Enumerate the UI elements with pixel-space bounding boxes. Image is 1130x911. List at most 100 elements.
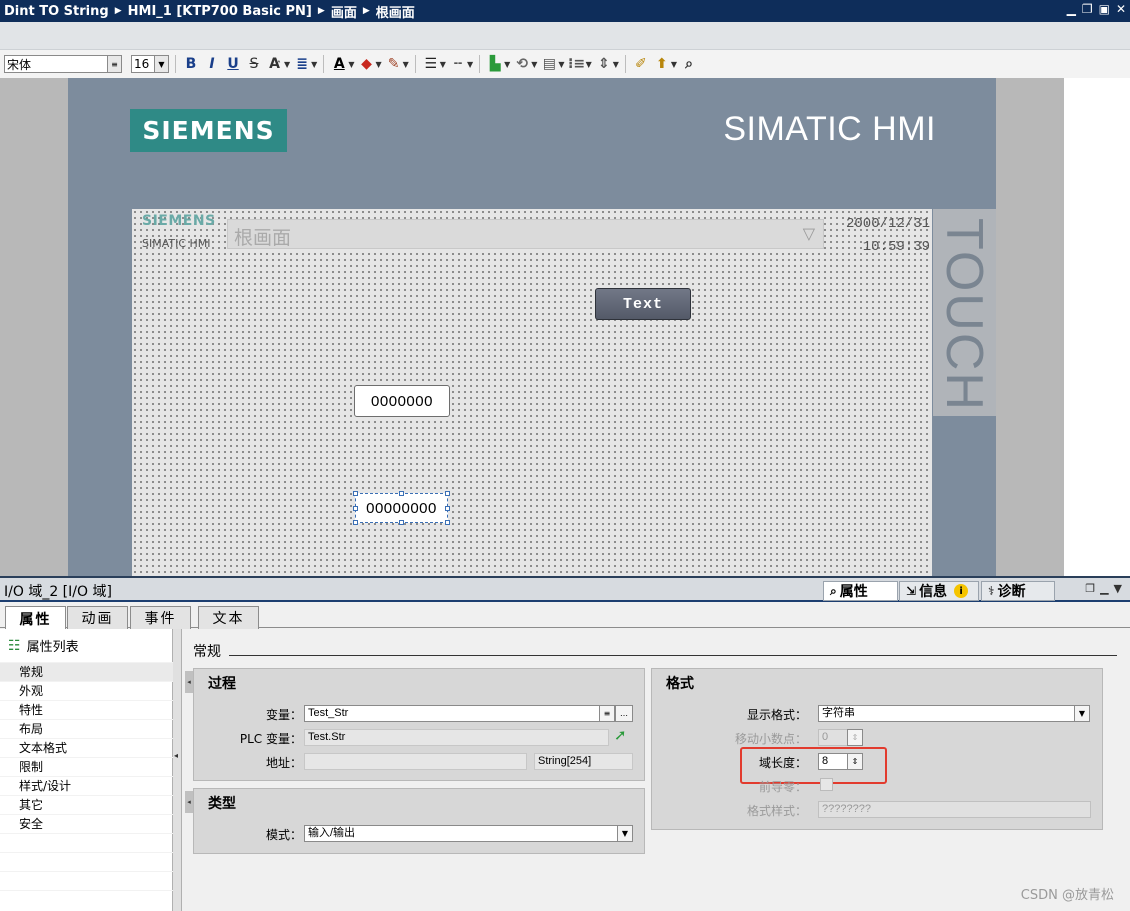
float-icon[interactable]: ▣ [1099,2,1110,16]
breadcrumb-root-screen[interactable]: 根画面 [376,2,415,21]
size-button[interactable]: ⇕ [595,54,613,74]
close-icon[interactable]: ✕ [1116,2,1126,16]
nav-item-characteristics[interactable]: 特性 [0,700,173,719]
group-format-title: 格式 [666,676,694,692]
dropdown-arrow-icon[interactable]: ▼ [311,60,317,69]
breadcrumb-device[interactable]: HMI_1 [KTP700 Basic PN] [128,4,312,19]
dropdown-arrow-icon[interactable]: ▼ [467,60,473,69]
hmi-screen[interactable]: SIEMENS SIMATIC HMI 根画面 ▽ 2000/12/31 10:… [132,209,932,576]
float-icon[interactable]: ❐ [1085,582,1095,595]
dropdown-arrow-icon[interactable]: ▼ [403,60,409,69]
io-field-1[interactable]: 0000000 [354,385,450,417]
zoom-button[interactable]: ⌕ [680,54,698,74]
tab-diagnostics[interactable]: ⚕ 诊断 [981,581,1055,601]
breadcrumb-screens[interactable]: 画面 [331,2,357,21]
nav-item-text-format[interactable]: 文本格式 [0,738,173,757]
chevron-down-icon[interactable]: ▼ [1074,705,1090,722]
dropdown-arrow-icon[interactable]: ▼ [284,60,290,69]
line-width-button[interactable]: ☰ [422,54,440,74]
date-time-field[interactable]: 2000/12/31 10:59:39 [846,213,930,259]
resize-handle[interactable] [445,491,450,496]
dropdown-arrow-icon[interactable]: ▼ [613,60,619,69]
resize-handle[interactable] [353,506,358,511]
breadcrumb-project[interactable]: Dint TO String [4,4,109,19]
dropdown-arrow-icon[interactable]: ▼ [375,60,381,69]
align-button[interactable]: ≣ [293,54,311,74]
dropdown-arrow-icon[interactable]: ▼ [531,60,537,69]
variable-field[interactable]: Test_Str [304,705,600,722]
resize-handle[interactable] [353,491,358,496]
resize-handle[interactable] [353,520,358,525]
minimize-icon[interactable]: ▁ [1067,2,1076,16]
field-length-field[interactable]: 8 [818,753,848,770]
resize-handle[interactable] [399,520,404,525]
resize-handle[interactable] [399,491,404,496]
font-family-value: 宋体 [7,57,32,72]
line-color-button[interactable]: ✎ [385,54,403,74]
nav-item-styles[interactable]: 样式/设计 [0,776,173,795]
spinner-icon: ⇕ [847,729,863,746]
nav-item-security[interactable]: 安全 [0,814,173,833]
display-format-select[interactable]: 字符串 [818,705,1075,722]
dropdown-arrow-icon[interactable]: ▼ [671,60,677,69]
dropdown-arrow-icon[interactable]: ▼ [504,60,510,69]
address-field [304,753,527,770]
nav-item-misc[interactable]: 其它 [0,795,173,814]
goto-plc-arrow-icon[interactable]: ➚ [614,726,627,744]
strikethrough-button[interactable]: S [245,54,263,74]
mode-select[interactable]: 输入/输出 [304,825,618,842]
chevron-down-icon[interactable]: ▼ [617,825,633,842]
font-family-select[interactable]: 宋体 ≡ [4,55,122,73]
nav-item-layout[interactable]: 布局 [0,719,173,738]
tab-info[interactable]: ⇲ 信息 i [899,581,979,601]
spinner-icon[interactable]: ⇕ [847,753,863,770]
resize-handle[interactable] [445,506,450,511]
nav-item-appearance[interactable]: 外观 [0,681,173,700]
rotate-button[interactable]: ⟲ [513,54,531,74]
screen-name-field[interactable]: 根画面 ▽ [227,219,824,249]
dropdown-arrow-icon[interactable]: ▼ [586,60,592,69]
screen-canvas[interactable]: SIEMENS SIMATIC HMI TOUCH SIEMENS SIMATI… [0,78,1130,576]
align-objects-button[interactable]: ▤ [540,54,558,74]
nav-empty-row [0,833,173,852]
subtab-properties[interactable]: 属性 [5,606,66,630]
dropdown-arrow-icon[interactable]: ▼ [348,60,354,69]
bold-button[interactable]: B [182,54,200,74]
dropdown-arrow-icon[interactable]: ▼ [440,60,446,69]
collapse-left-icon[interactable]: ◂ [174,751,178,760]
fill-color-button[interactable]: ◆ [357,54,375,74]
layer-button[interactable]: ⬆ [653,54,671,74]
subtab-texts[interactable]: 文本 [198,606,259,629]
tab-properties[interactable]: ⌕ 属性 [823,581,898,601]
tag-list-icon[interactable]: ≡ [599,705,615,722]
grow-font-button[interactable]: A ˄ [266,54,284,74]
format-painter-button[interactable]: ✐ [632,54,650,74]
dropdown-arrow-icon[interactable]: ▼ [558,60,564,69]
collapse-group-icon[interactable]: ◂ [185,671,193,693]
distribute-button[interactable]: ⁝≡ [568,54,586,74]
italic-button[interactable]: I [203,54,221,74]
font-size-select[interactable]: 16 ▼ [131,55,169,73]
text-button[interactable]: Text [595,288,691,320]
restore-icon[interactable]: ❐ [1082,2,1093,16]
resize-handle[interactable] [445,520,450,525]
minimize-icon[interactable]: ▁ [1100,582,1108,595]
line-style-button[interactable]: ╌ [449,54,467,74]
group-process: ◂ 过程 变量： Test_Str ≡ … PLC 变量： Test.Str ➚… [185,668,645,781]
nav-splitter[interactable]: ◂ [173,629,182,911]
touch-label: TOUCH [935,218,993,412]
underline-button[interactable]: U [224,54,242,74]
bring-front-button[interactable]: ▙ [486,54,504,74]
io-field-2-value: 00000000 [366,499,437,517]
nav-item-general[interactable]: 常规 [0,662,173,681]
toolbar-separator [175,55,176,73]
font-color-button[interactable]: A [330,54,348,74]
subtab-events[interactable]: 事件 [130,606,191,629]
io-field-2-selected[interactable]: 00000000 [353,491,450,525]
subtab-animations[interactable]: 动画 [67,606,128,629]
browse-button[interactable]: … [615,705,633,722]
property-list-header[interactable]: ☷ 属性列表 [8,636,79,656]
nav-item-limits[interactable]: 限制 [0,757,173,776]
collapse-group-icon[interactable]: ◂ [185,791,193,813]
collapse-icon[interactable]: ▼ [1114,582,1122,595]
